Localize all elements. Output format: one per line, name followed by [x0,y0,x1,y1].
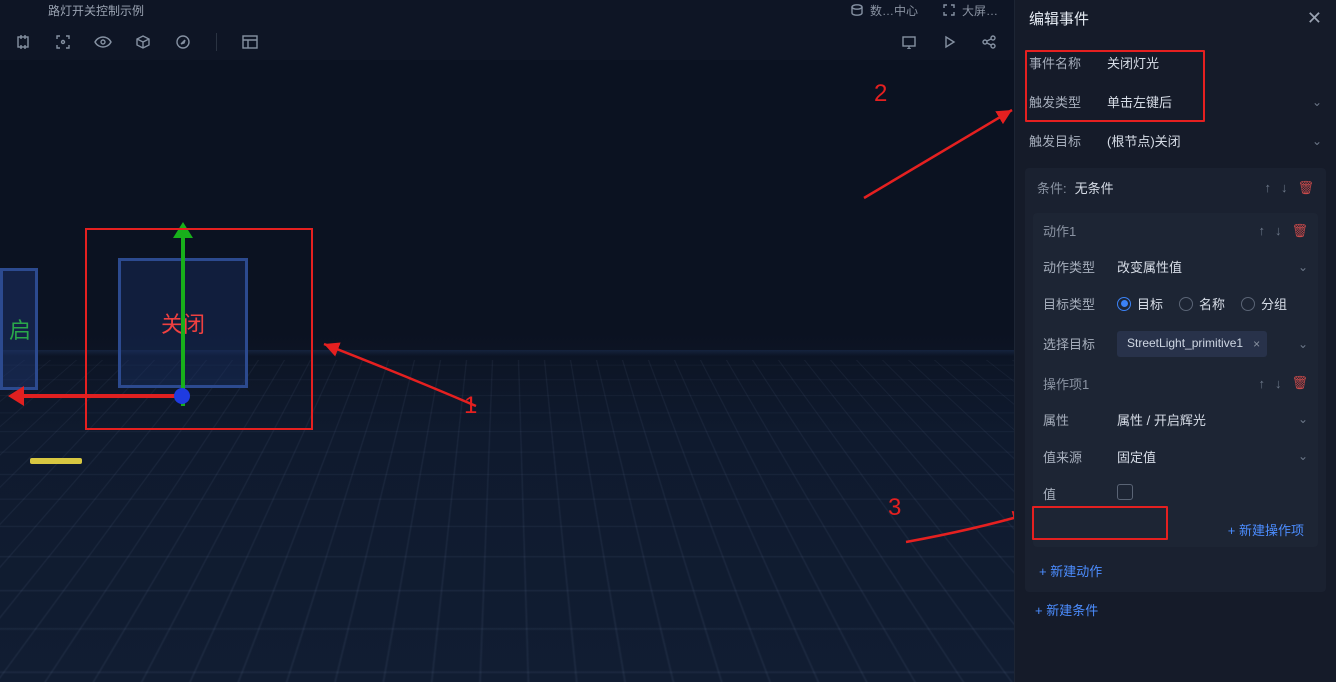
event-editor-panel: 编辑事件 ✕ 事件名称 关闭灯光 触发类型 单击左键后 ⌄ 触发目标 (根节点)… [1014,0,1336,682]
value-checkbox[interactable] [1117,484,1133,500]
delete-icon[interactable]: 🗑 [1291,375,1308,391]
fullscreen-button[interactable]: 大屏… [942,2,998,19]
move-up-icon[interactable]: ↑ [1264,180,1271,195]
open-button-label: 启 [9,313,31,345]
condition-value: 无条件 [1075,178,1114,197]
chevron-down-icon: ⌄ [1298,337,1308,351]
move-down-icon[interactable]: ↓ [1275,223,1282,238]
move-down-icon[interactable]: ↓ [1275,376,1282,391]
panel-title: 编辑事件 [1029,8,1089,29]
action1-card: 动作1 ↑ ↓ 🗑 动作类型 改变属性值 ⌄ 目标类型 目标 名称 分组 [1033,213,1318,547]
target-type-label: 目标类型 [1043,294,1105,313]
action1-header: 动作1 [1043,221,1076,240]
delete-icon[interactable]: 🗑 [1297,180,1314,196]
light-indicator [30,458,82,464]
action-type-row[interactable]: 动作类型 改变属性值 ⌄ [1033,248,1318,285]
ground-grid [0,360,1014,682]
delete-icon[interactable]: 🗑 [1291,223,1308,239]
remove-tag-icon[interactable]: × [1253,337,1260,351]
add-action-link[interactable]: + 新建动作 [1025,553,1326,588]
select-target-label: 选择目标 [1043,334,1105,353]
open-button-object[interactable]: 启 [0,268,38,390]
chevron-down-icon: ⌄ [1298,449,1308,463]
select-target-row[interactable]: 选择目标 StreetLight_primitive1 × ⌄ [1033,322,1318,366]
chevron-down-icon: ⌄ [1312,134,1322,148]
add-condition-link[interactable]: + 新建条件 [1021,592,1336,627]
event-name-row[interactable]: 事件名称 关闭灯光 [1015,43,1336,82]
database-icon [850,3,864,17]
move-up-icon[interactable]: ↑ [1258,376,1265,391]
gizmo-x-axis[interactable] [22,394,186,398]
compass-tool-icon[interactable] [174,33,192,51]
chevron-down-icon: ⌄ [1312,95,1322,109]
condition-card: 条件: 无条件 ↑ ↓ 🗑 动作1 ↑ ↓ 🗑 动作类型 改变属性值 ⌄ [1025,168,1326,592]
action-type-label: 动作类型 [1043,257,1105,276]
close-icon[interactable]: ✕ [1307,8,1322,29]
value-source-label: 值来源 [1043,447,1105,466]
attr-label: 属性 [1043,410,1105,429]
trigger-type-label: 触发类型 [1029,92,1097,111]
action-type-value: 改变属性值 [1117,257,1286,276]
expand-icon [942,3,956,17]
cube-tool-icon[interactable] [134,33,152,51]
share-icon[interactable] [980,33,998,51]
target-type-row: 目标类型 目标 名称 分组 [1033,285,1318,322]
toolbar [0,24,1014,60]
trigger-type-value: 单击左键后 [1107,92,1302,111]
value-source-value: 固定值 [1117,447,1286,466]
attr-row[interactable]: 属性 属性 / 开启辉光 ⌄ [1033,401,1318,438]
layout-tool-icon[interactable] [241,33,259,51]
doc-title: 路灯开关控制示例 [48,2,144,19]
add-op-item-link[interactable]: + 新建操作项 [1033,512,1318,547]
select-tool-icon[interactable] [14,33,32,51]
attr-value: 属性 / 开启辉光 [1117,410,1286,429]
title-bar: 路灯开关控制示例 数…中心 大屏… [0,0,1014,20]
move-up-icon[interactable]: ↑ [1258,223,1265,238]
trigger-target-value: (根节点)关闭 [1107,131,1302,150]
event-name-value: 关闭灯光 [1107,53,1322,72]
value-source-row[interactable]: 值来源 固定值 ⌄ [1033,438,1318,475]
event-name-label: 事件名称 [1029,53,1097,72]
move-down-icon[interactable]: ↓ [1281,180,1288,195]
radio-group[interactable]: 分组 [1241,294,1287,313]
gizmo-origin[interactable] [174,388,190,404]
target-tag[interactable]: StreetLight_primitive1 × [1117,331,1267,357]
focus-tool-icon[interactable] [54,33,72,51]
condition-label: 条件: [1037,178,1067,197]
gizmo-y-axis[interactable] [181,236,185,406]
radio-name[interactable]: 名称 [1179,294,1225,313]
trigger-target-label: 触发目标 [1029,131,1097,150]
toolbar-separator [216,33,217,51]
value-row[interactable]: 值 [1033,475,1318,512]
view-tool-icon[interactable] [94,33,112,51]
present-icon[interactable] [900,33,918,51]
op-item1-header: 操作项1 [1043,374,1089,393]
play-icon[interactable] [940,33,958,51]
trigger-target-row[interactable]: 触发目标 (根节点)关闭 ⌄ [1015,121,1336,160]
trigger-type-row[interactable]: 触发类型 单击左键后 ⌄ [1015,82,1336,121]
data-center-button[interactable]: 数…中心 [850,2,918,19]
value-label: 值 [1043,484,1105,503]
chevron-down-icon: ⌄ [1298,412,1308,426]
chevron-down-icon: ⌄ [1298,260,1308,274]
radio-target[interactable]: 目标 [1117,294,1163,313]
